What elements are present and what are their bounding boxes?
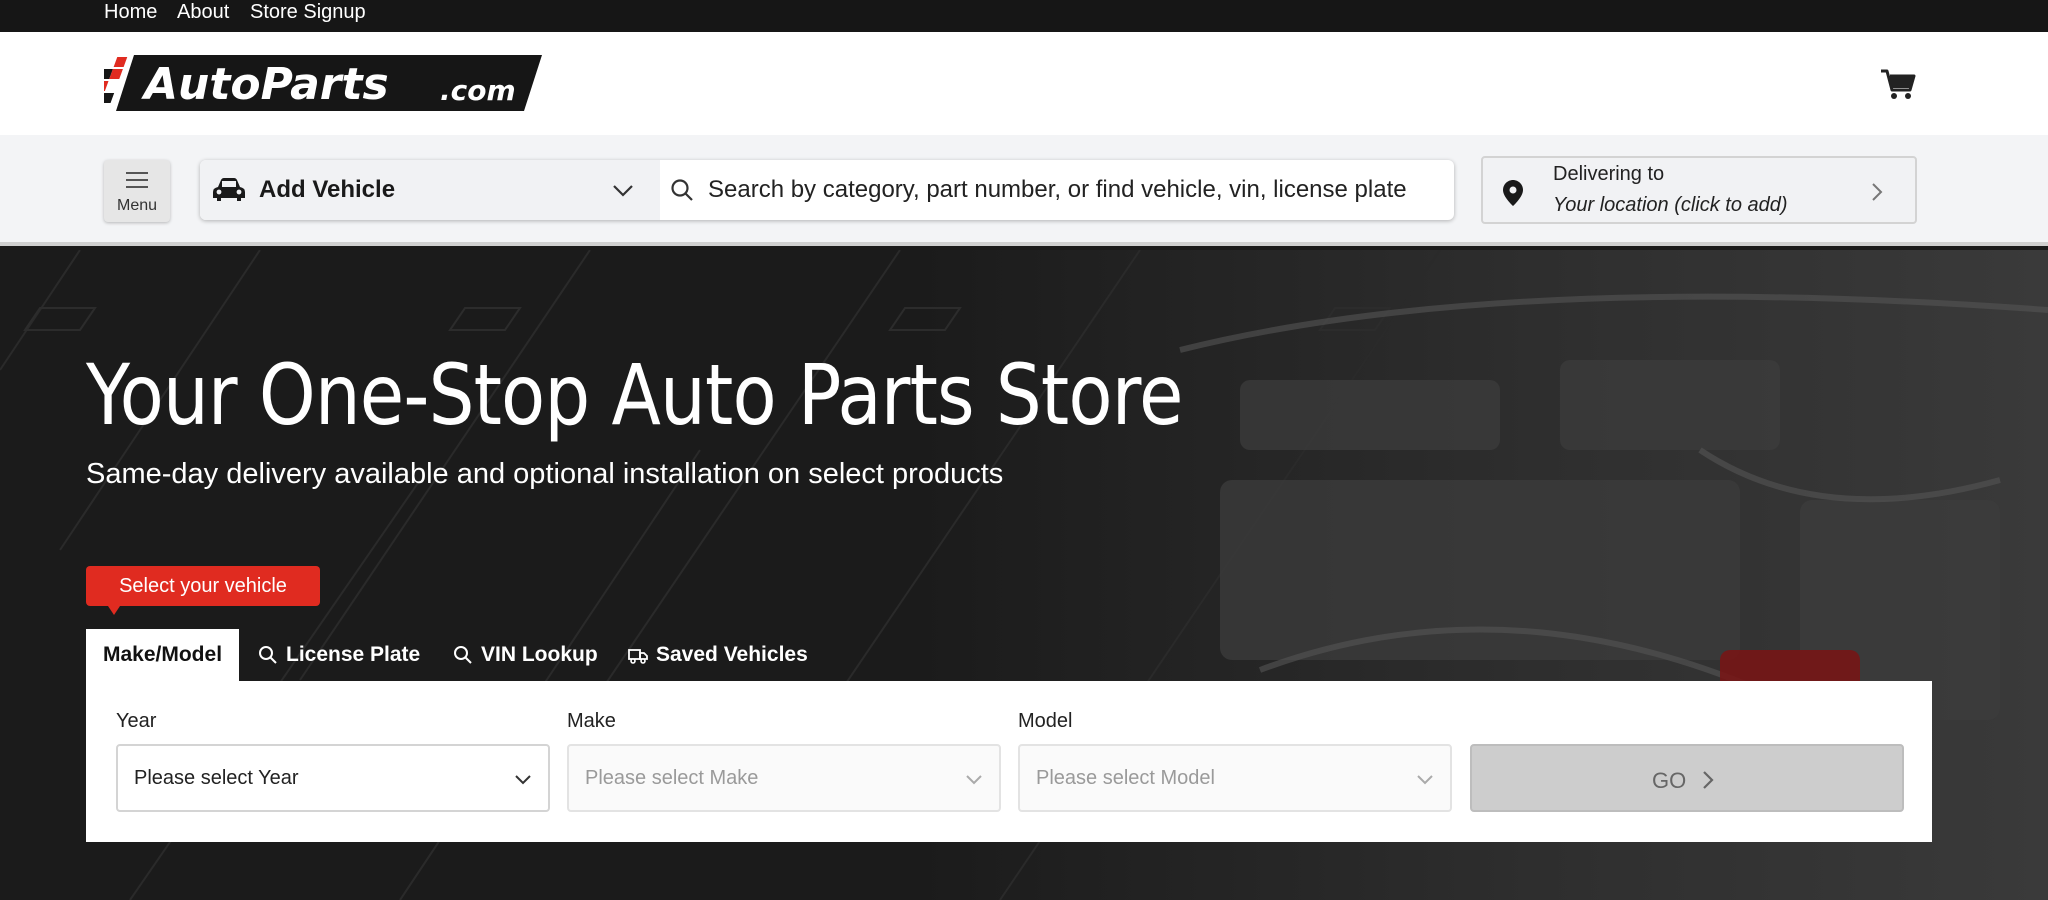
- nav-link-home[interactable]: Home: [104, 0, 157, 24]
- chevron-down-icon: [613, 185, 633, 197]
- model-select-value: Please select Model: [1036, 767, 1215, 789]
- autoparts-logo[interactable]: AutoParts .com: [104, 55, 542, 111]
- hero-subtitle: Same-day delivery available and optional…: [86, 458, 1004, 490]
- year-label: Year: [116, 710, 157, 732]
- nav-link-about[interactable]: About: [177, 0, 229, 24]
- hero-section: Your One-Stop Auto Parts Store Same-day …: [0, 250, 2048, 900]
- delivering-to-label: Delivering to: [1553, 163, 1665, 185]
- go-label: GO: [1652, 768, 1687, 793]
- make-label: Make: [567, 710, 616, 732]
- search-icon: [454, 646, 472, 664]
- chevron-down-icon: [515, 775, 531, 785]
- search-input[interactable]: [708, 168, 1438, 212]
- year-select[interactable]: Please select Year: [116, 744, 550, 812]
- chevron-down-icon: [1417, 775, 1433, 785]
- site-header: AutoParts .com: [0, 32, 2048, 135]
- search-icon: [671, 179, 693, 201]
- location-pin-icon: [1503, 180, 1523, 206]
- delivery-location-text: Your location (click to add): [1553, 194, 1788, 216]
- chevron-right-icon: [1703, 771, 1714, 789]
- tab-label: License Plate: [286, 643, 421, 666]
- year-select-value: Please select Year: [134, 767, 299, 789]
- svg-text:AutoParts: AutoParts: [141, 59, 389, 110]
- delivery-location-button[interactable]: Delivering to Your location (click to ad…: [1481, 156, 1917, 224]
- search-bar: Add Vehicle: [200, 160, 1454, 220]
- add-vehicle-label: Add Vehicle: [259, 176, 396, 203]
- hamburger-icon: [126, 172, 148, 188]
- search-toolbar: Menu Add Vehicle Delivering to Your: [0, 135, 2048, 246]
- nav-link-store-signup[interactable]: Store Signup: [250, 0, 366, 24]
- add-vehicle-dropdown[interactable]: Add Vehicle: [200, 160, 660, 220]
- model-select[interactable]: Please select Model: [1018, 744, 1452, 812]
- shopping-cart-icon[interactable]: [1880, 68, 1916, 100]
- chevron-right-icon: [1872, 183, 1883, 201]
- svg-text:.com: .com: [440, 74, 516, 107]
- menu-button[interactable]: Menu: [104, 160, 170, 222]
- tab-label: VIN Lookup: [481, 643, 598, 666]
- tab-make-model[interactable]: Make/Model: [86, 629, 240, 681]
- top-utility-bar: Home About Store Signup: [0, 0, 2048, 32]
- make-select-value: Please select Make: [585, 767, 759, 789]
- car-icon: [213, 178, 245, 201]
- model-label: Model: [1018, 710, 1073, 732]
- go-button[interactable]: GO: [1470, 744, 1904, 812]
- tab-label: Make/Model: [103, 643, 223, 666]
- select-vehicle-badge: Select your vehicle: [86, 566, 320, 615]
- search-icon: [259, 646, 277, 664]
- menu-label: Menu: [116, 197, 158, 214]
- truck-icon: [628, 649, 648, 664]
- vehicle-selector-panel: Year Please select Year Make Please sele…: [86, 681, 1932, 842]
- tab-label: Saved Vehicles: [656, 643, 808, 666]
- make-select[interactable]: Please select Make: [567, 744, 1001, 812]
- hero-title: Your One-Stop Auto Parts Store: [86, 346, 1183, 444]
- chevron-down-icon: [966, 775, 982, 785]
